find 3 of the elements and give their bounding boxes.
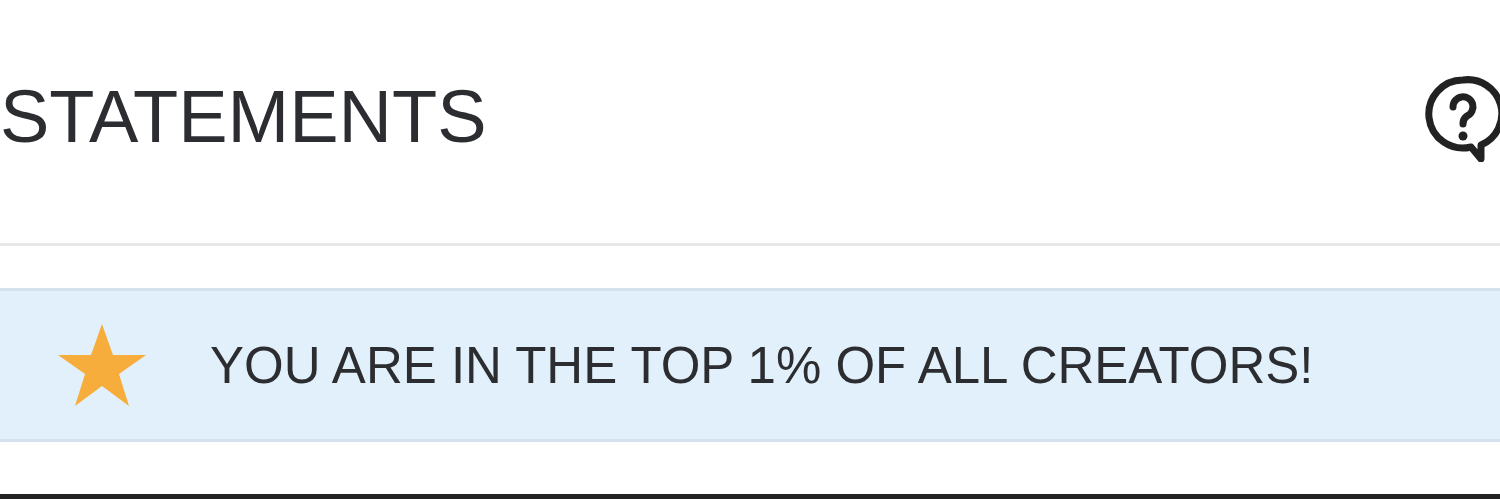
star-icon [56, 322, 148, 408]
page-title: STATEMENTS [0, 74, 487, 159]
banner-message: YOU ARE IN THE TOP 1% OF ALL CREATORS! [210, 335, 1314, 395]
